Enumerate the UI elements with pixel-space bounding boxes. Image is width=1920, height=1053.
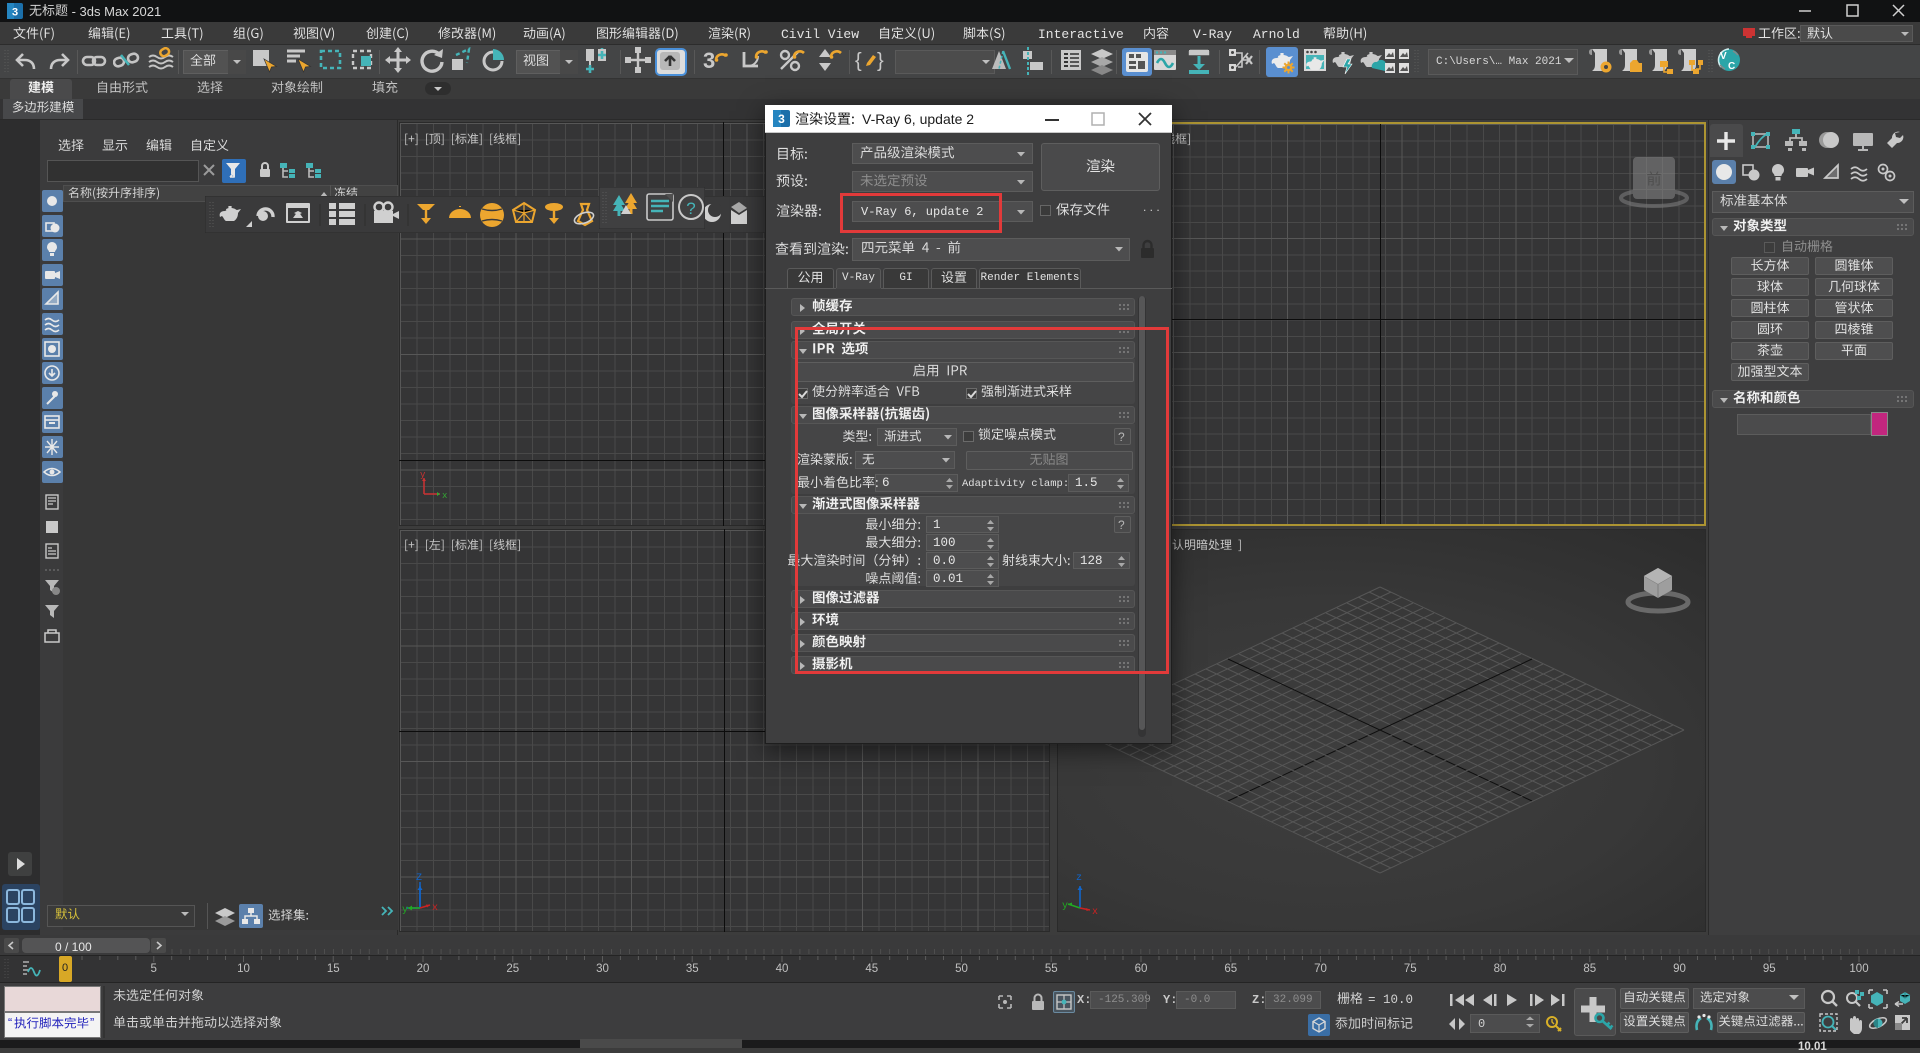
svg-text:C: C (1728, 61, 1735, 72)
svg-text:x: x (1092, 907, 1098, 914)
svg-text:}: } (877, 50, 884, 72)
svg-text:3: 3 (12, 7, 18, 19)
svg-text:x: x (442, 491, 447, 501)
svg-text:z: z (1076, 873, 1082, 884)
svg-text:3: 3 (703, 48, 715, 73)
svg-text:?: ? (686, 199, 695, 218)
svg-text:x: x (432, 903, 438, 914)
svg-text:y: y (402, 905, 408, 914)
svg-text:Z: Z (416, 873, 422, 884)
svg-text:前: 前 (1646, 171, 1661, 188)
svg-text:3: 3 (778, 112, 785, 126)
svg-text:y: y (1062, 901, 1068, 912)
svg-text:V: V (1720, 51, 1727, 62)
svg-text:y: y (420, 470, 426, 480)
svg-text:{: { (855, 50, 862, 72)
